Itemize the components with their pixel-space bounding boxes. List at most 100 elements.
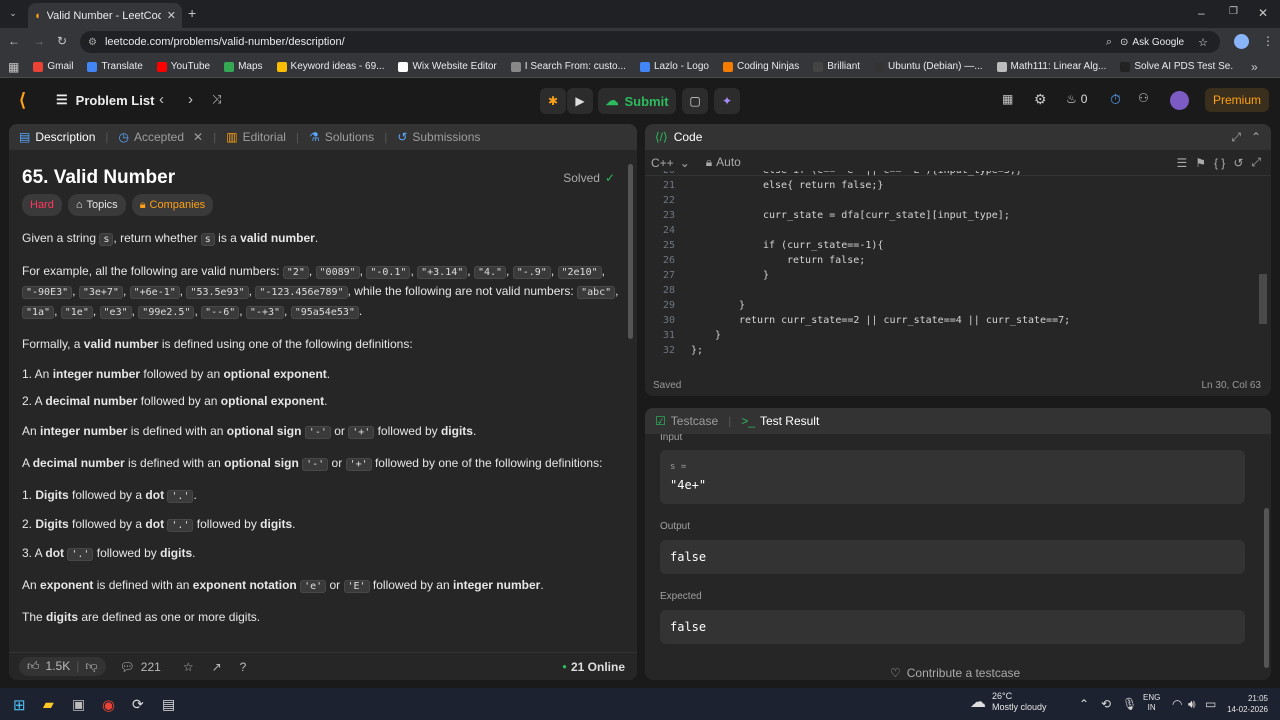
notes-button[interactable]: ▢ <box>682 88 708 114</box>
output-box[interactable]: false <box>660 540 1245 574</box>
file-explorer-icon[interactable]: ▰ <box>43 696 54 713</box>
battery-icon[interactable]: ▭ <box>1205 697 1216 711</box>
favorite-star-icon[interactable]: ☆ <box>183 660 194 674</box>
thumbs-down-icon[interactable]: 👎︎ <box>85 659 97 674</box>
site-info-icon[interactable]: ⚙ <box>88 37 97 48</box>
bookmark-item[interactable]: Lazlo - Logo <box>639 61 709 72</box>
restore-icon[interactable]: ❐ <box>1229 6 1238 17</box>
like-button[interactable]: 👍︎ 1.5K | 👎︎ <box>19 657 106 676</box>
code-line[interactable]: 30 return curr_state==2 || curr_state==4 … <box>645 313 1255 328</box>
code-line[interactable]: 27} <box>645 268 1255 283</box>
url-text[interactable]: leetcode.com/problems/valid-number/descr… <box>105 36 345 48</box>
bookmark-item[interactable]: Translate <box>87 61 143 72</box>
tab-testcase[interactable]: ☑ Testcase <box>655 414 718 428</box>
expected-box[interactable]: false <box>660 610 1245 644</box>
chrome-icon[interactable]: ◉ <box>102 696 115 714</box>
profile-avatar[interactable] <box>1234 34 1249 49</box>
code-line[interactable]: 21 else{ return false;} <box>645 178 1255 193</box>
bookmark-item[interactable]: YouTube <box>156 61 210 72</box>
zoom-icon[interactable]: ⌕ <box>1106 36 1112 49</box>
settings-gear-icon[interactable]: ⚙ <box>1034 91 1047 108</box>
next-problem-icon[interactable]: › <box>188 91 193 108</box>
browser-tab[interactable]: ◖ Valid Number - LeetCode ✕ <box>28 3 182 28</box>
wifi-icon[interactable]: ◠ <box>1172 697 1182 711</box>
bookmark-item[interactable]: Solve AI PDS Test Se... <box>1120 61 1233 72</box>
language-indicator[interactable]: ENG IN <box>1143 693 1160 713</box>
collapse-icon[interactable]: ⌃ <box>1251 130 1261 144</box>
new-tab-icon[interactable]: + <box>188 5 196 21</box>
bookmark-item[interactable]: Math111: Linear Alg... <box>996 61 1106 72</box>
ask-google-button[interactable]: ⊙ Ask Google <box>1120 37 1184 48</box>
tab-test-result[interactable]: >_ Test Result <box>741 414 819 428</box>
back-icon[interactable]: ← <box>8 34 20 48</box>
code-line[interactable]: 24 <box>645 223 1255 238</box>
problem-list-button[interactable]: ☰ Problem List <box>56 92 154 108</box>
maximize-icon[interactable]: ⤢ <box>1231 130 1241 145</box>
tab-submissions[interactable]: ↺ Submissions <box>397 130 480 144</box>
auto-mode[interactable]: 🔒︎ Auto <box>706 155 741 170</box>
companies-button[interactable]: 🔒︎ Companies <box>131 194 214 216</box>
close-tab-icon[interactable]: ✕ <box>167 9 176 22</box>
tab-description[interactable]: ▤ Description <box>19 130 95 144</box>
close-tab-icon[interactable]: ✕ <box>193 130 203 144</box>
streak-counter[interactable]: ♨ 0 <box>1066 92 1087 106</box>
bookmark-item[interactable]: Brilliant <box>813 61 860 72</box>
more-bookmarks-icon[interactable]: » <box>1251 60 1258 74</box>
bookmark-star-icon[interactable]: ☆ <box>1198 36 1208 49</box>
fullscreen-icon[interactable]: ⤢ <box>1251 155 1261 170</box>
leetcode-logo-icon[interactable]: ⟨ <box>19 90 26 111</box>
code-line[interactable]: 26 return false; <box>645 253 1255 268</box>
minimize-icon[interactable]: – <box>1198 6 1205 20</box>
tab-search-icon[interactable]: ⌄ <box>6 6 20 20</box>
tab-solutions[interactable]: ⚗ Solutions <box>309 130 374 144</box>
browser-menu-icon[interactable]: ⋮ <box>1262 34 1274 48</box>
contribute-testcase-link[interactable]: ♡ Contribute a testcase <box>890 666 1020 680</box>
prev-problem-icon[interactable]: ‹ <box>159 91 164 108</box>
result-scrollbar[interactable] <box>1264 508 1269 668</box>
code-tab[interactable]: ⟨/⟩ Code <box>655 130 702 144</box>
notepad-icon[interactable]: ▤ <box>162 696 175 713</box>
premium-button[interactable]: Premium <box>1205 88 1269 112</box>
ai-button[interactable]: ✦ <box>714 88 740 114</box>
bookmark-item[interactable]: Keyword ideas - 69... <box>276 61 384 72</box>
bookmark-item[interactable]: Wix Website Editor <box>398 61 497 72</box>
topics-button[interactable]: ⌂ Topics <box>67 194 126 216</box>
user-avatar[interactable] <box>1170 91 1189 110</box>
clock[interactable]: 21:05 14-02-2026 <box>1222 693 1268 715</box>
code-line[interactable]: 23 curr_state = dfa[curr_state][input_typ… <box>645 208 1255 223</box>
weather-widget[interactable]: ☁ 26°C Mostly cloudy <box>970 691 1047 713</box>
code-line[interactable]: 32}; <box>645 343 1255 358</box>
format-icon[interactable]: ☰ <box>1176 156 1187 170</box>
bookmark-item[interactable]: Ubuntu (Debian) —... <box>874 61 983 72</box>
code-line[interactable]: 29} <box>645 298 1255 313</box>
shuffle-icon[interactable]: ⤨ <box>212 92 222 107</box>
bookmark-item[interactable]: I Search From: custo... <box>510 61 626 72</box>
braces-icon[interactable]: { } <box>1214 156 1225 170</box>
language-select[interactable]: C++ ⌄ <box>651 156 690 170</box>
bookmark-icon[interactable]: ⚑ <box>1195 156 1206 170</box>
code-line[interactable]: 20 else if (c== 'e' || c== 'E'){input_typ… <box>645 171 1255 178</box>
share-icon[interactable]: ↗ <box>212 660 222 674</box>
bookmark-item[interactable]: Maps <box>224 61 263 72</box>
store-icon[interactable]: ▣ <box>72 696 85 713</box>
code-line[interactable]: 25 if (curr_state==-1){ <box>645 238 1255 253</box>
help-icon[interactable]: ? <box>240 660 247 674</box>
add-friend-icon[interactable]: ⚇ <box>1138 91 1149 105</box>
app-icon[interactable]: ⟳ <box>132 696 144 713</box>
reload-icon[interactable]: ↻ <box>57 34 67 48</box>
code-line[interactable]: 22 <box>645 193 1255 208</box>
forward-icon[interactable]: → <box>33 34 45 48</box>
timer-icon[interactable]: ⏱ <box>1110 91 1121 108</box>
submit-button[interactable]: ☁ Submit <box>598 88 676 114</box>
run-button[interactable]: ▶ <box>567 88 593 114</box>
comments-button[interactable]: 💬︎ 221 <box>120 660 161 674</box>
layout-icon[interactable]: ▦ <box>1002 92 1013 106</box>
bookmark-item[interactable]: Gmail <box>33 61 73 72</box>
debug-button[interactable]: ✱ <box>540 88 566 114</box>
mic-icon[interactable]: 🎙︎ <box>1122 697 1137 711</box>
reset-icon[interactable]: ↺ <box>1233 156 1243 170</box>
tray-app-icon[interactable]: ⟲ <box>1101 697 1111 711</box>
code-scrollbar[interactable] <box>1259 274 1267 324</box>
left-scrollbar[interactable] <box>628 164 633 339</box>
address-bar[interactable]: ⚙ leetcode.com/problems/valid-number/des… <box>80 31 1220 53</box>
